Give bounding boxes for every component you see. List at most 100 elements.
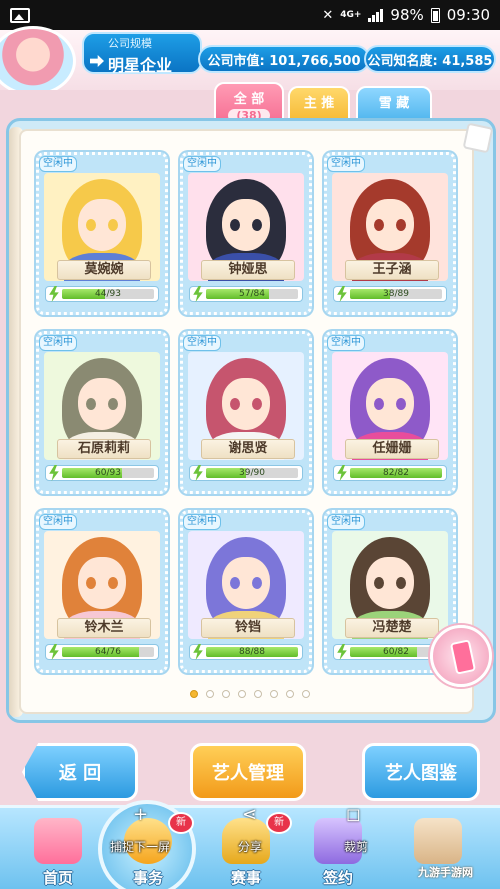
player-avatar[interactable] [0,26,76,96]
page-dot[interactable] [190,690,198,698]
portrait-eye [374,398,384,410]
portrait-eye [108,577,118,589]
portrait-eye [252,577,262,589]
gallery-notification-icon [10,7,30,23]
portrait-eye [374,219,384,231]
lightning-icon [193,286,203,302]
page-dot[interactable] [254,690,262,698]
artist-name: 谢思贤 [201,439,295,459]
battery-percent: 98% [390,6,424,24]
artist-name: 莫婉婉 [57,260,151,280]
artist-guide-button[interactable]: 艺人图鉴 [362,743,480,801]
stamina-bar: 57/84 [189,286,303,302]
status-badge: 空闲中 [327,335,365,351]
artist-card[interactable]: 空闲中铃铛 88/88 [180,510,312,673]
lightning-icon [337,465,347,481]
clock: 09:30 [446,6,490,24]
stamina-value: 60/93 [95,468,121,478]
artist-card[interactable]: 空闲中 钟娅思 57/84 [180,152,312,315]
home-icon [34,818,82,864]
lightning-icon [49,465,59,481]
page-dot[interactable] [206,690,214,698]
status-badge: 空闲中 [183,335,221,351]
nav-home-label: 首页 [42,869,73,887]
new-badge: 新 [266,812,292,834]
company-scale-box[interactable]: 公司规模 明星企业 [82,32,202,75]
artist-name: 铃铛 [201,618,295,638]
stamina-bar: 39/90 [189,465,303,481]
portrait-eye [252,398,262,410]
artist-name: 铃木兰 [57,618,151,638]
status-badge: 空闲中 [39,335,77,351]
nav-home[interactable]: 首页 [20,808,96,889]
watermark: 九游手游网 [418,866,473,879]
portrait-eye [108,398,118,410]
stamina-bar: 82/82 [333,465,447,481]
phone-icon [449,639,477,675]
nav-events-label: 赛事 [230,869,261,887]
back-button[interactable]: 返 回 [22,743,138,801]
new-badge: 新 [168,812,194,834]
stamina-value: 44/93 [95,289,121,299]
status-badge: 空闲中 [327,156,365,172]
nav-sign-label: 签约 [322,869,353,887]
action-bar: 返 回 艺人管理 艺人图鉴 [0,735,500,805]
portrait-eye [374,577,384,589]
page-dot[interactable] [286,690,294,698]
share-icon: ⋖ [242,804,258,825]
artist-name: 石原莉莉 [57,439,151,459]
lightning-icon [193,644,203,660]
artist-manage-button[interactable]: 艺人管理 [190,743,306,801]
stamina-value: 57/84 [239,289,265,299]
crop-icon: ◻ [346,804,361,825]
artist-card[interactable]: 空闲中谢思贤 39/90 [180,331,312,494]
page-dot[interactable] [238,690,246,698]
page-dot[interactable] [270,690,278,698]
lightning-icon [49,286,59,302]
mute-icon: ✕ [322,7,334,23]
artist-card[interactable]: 空闲中 莫婉婉 44/93 [36,152,168,315]
portrait-eye [396,577,406,589]
artist-card[interactable]: 空闲中 王子涵 38/89 [324,152,456,315]
company-scale-value: 明星企业 [108,56,173,75]
stamina-value: 64/76 [95,647,121,657]
share-hint: 分享 [238,840,263,854]
page-dot[interactable] [222,690,230,698]
nav-affairs-label: 事务 [132,869,163,887]
status-badge: 空闲中 [183,156,221,172]
artist-name: 冯楚楚 [345,618,439,638]
portrait-eye [86,577,96,589]
portrait-eye [230,577,240,589]
network-type: 4G+ [340,9,362,20]
capture-icon: + [133,804,149,825]
portrait-eye [396,398,406,410]
artist-name: 任姗姗 [345,439,439,459]
stamina-value: 88/88 [239,647,265,657]
stamina-value: 38/89 [383,289,409,299]
crop-hint: 裁剪 [344,840,369,854]
tab-all-label: 全 部 [233,92,265,107]
portrait-eye [396,219,406,231]
status-badge: 空闲中 [39,514,77,530]
stamina-value: 82/82 [383,468,409,478]
pagination-dots [190,690,310,698]
stamina-value: 60/82 [383,647,409,657]
market-value-pill: 公司市值: 101,766,500 [198,45,370,73]
artist-card[interactable]: 空闲中铃木兰 64/76 [36,510,168,673]
portrait-eye [86,398,96,410]
phone-button[interactable] [430,625,492,687]
portrait-eye [230,219,240,231]
lightning-icon [193,465,203,481]
portrait-eye [86,219,96,231]
stamina-value: 39/90 [239,468,265,478]
page-corner [462,122,494,154]
battery-icon [430,7,440,23]
artist-card[interactable]: 空闲中任姗姗 82/82 [324,331,456,494]
signal-icon [368,8,384,22]
status-badge: 空闲中 [183,514,221,530]
capture-hint: 捕捉下一屏 [110,840,171,854]
page-dot[interactable] [302,690,310,698]
artist-card[interactable]: 空闲中石原莉莉 60/93 [36,331,168,494]
stamina-bar: 88/88 [189,644,303,660]
arrow-right-icon [90,55,104,67]
